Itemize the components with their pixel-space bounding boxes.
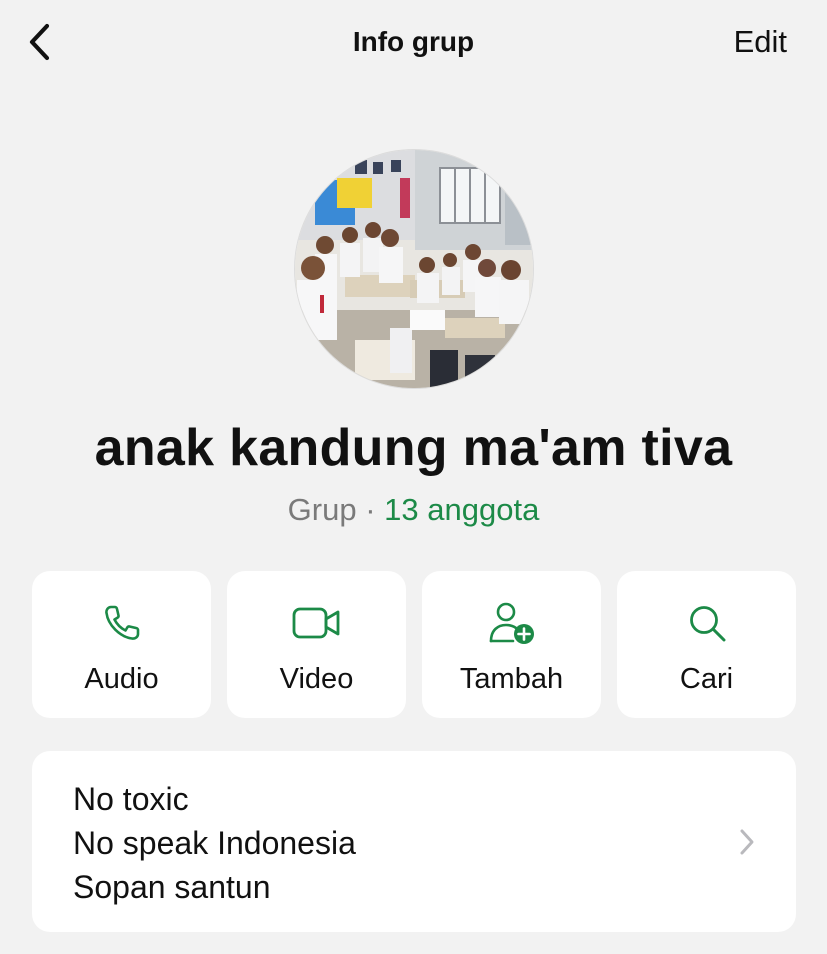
group-description-card[interactable]: No toxic No speak Indonesia Sopan santun: [32, 751, 796, 932]
group-avatar[interactable]: [295, 150, 533, 388]
phone-icon: [102, 601, 142, 645]
audio-label: Audio: [84, 663, 159, 695]
description-line: No toxic: [73, 781, 189, 817]
video-label: Video: [279, 663, 354, 695]
page-title: Info grup: [352, 26, 475, 57]
group-info-screen: Info grup Edit anak kandung ma'am tiva G…: [0, 0, 827, 954]
description-line: Sopan santun: [73, 869, 271, 905]
video-call-button[interactable]: Video: [227, 571, 406, 718]
members-count-link[interactable]: 13 anggota: [384, 492, 539, 527]
search-button[interactable]: Cari: [617, 571, 796, 718]
edit-button[interactable]: Edit: [734, 24, 787, 60]
add-member-button[interactable]: Tambah: [422, 571, 601, 718]
search-icon: [687, 601, 727, 645]
add-label: Tambah: [459, 663, 564, 695]
chevron-right-icon: [738, 827, 756, 862]
group-type-label: Grup: [287, 492, 357, 527]
group-subtitle: Grup · 13 anggota: [0, 492, 827, 528]
group-description: No toxic No speak Indonesia Sopan santun: [73, 777, 356, 909]
meta-separator: ·: [356, 492, 385, 527]
group-photo: [295, 150, 533, 388]
add-person-icon: [489, 601, 535, 645]
description-line: No speak Indonesia: [73, 825, 356, 861]
search-label: Cari: [679, 663, 734, 695]
group-name: anak kandung ma'am tiva: [94, 419, 733, 477]
action-buttons-row: Audio Video Tambah Cari: [32, 571, 796, 718]
audio-call-button[interactable]: Audio: [32, 571, 211, 718]
video-camera-icon: [292, 601, 342, 645]
